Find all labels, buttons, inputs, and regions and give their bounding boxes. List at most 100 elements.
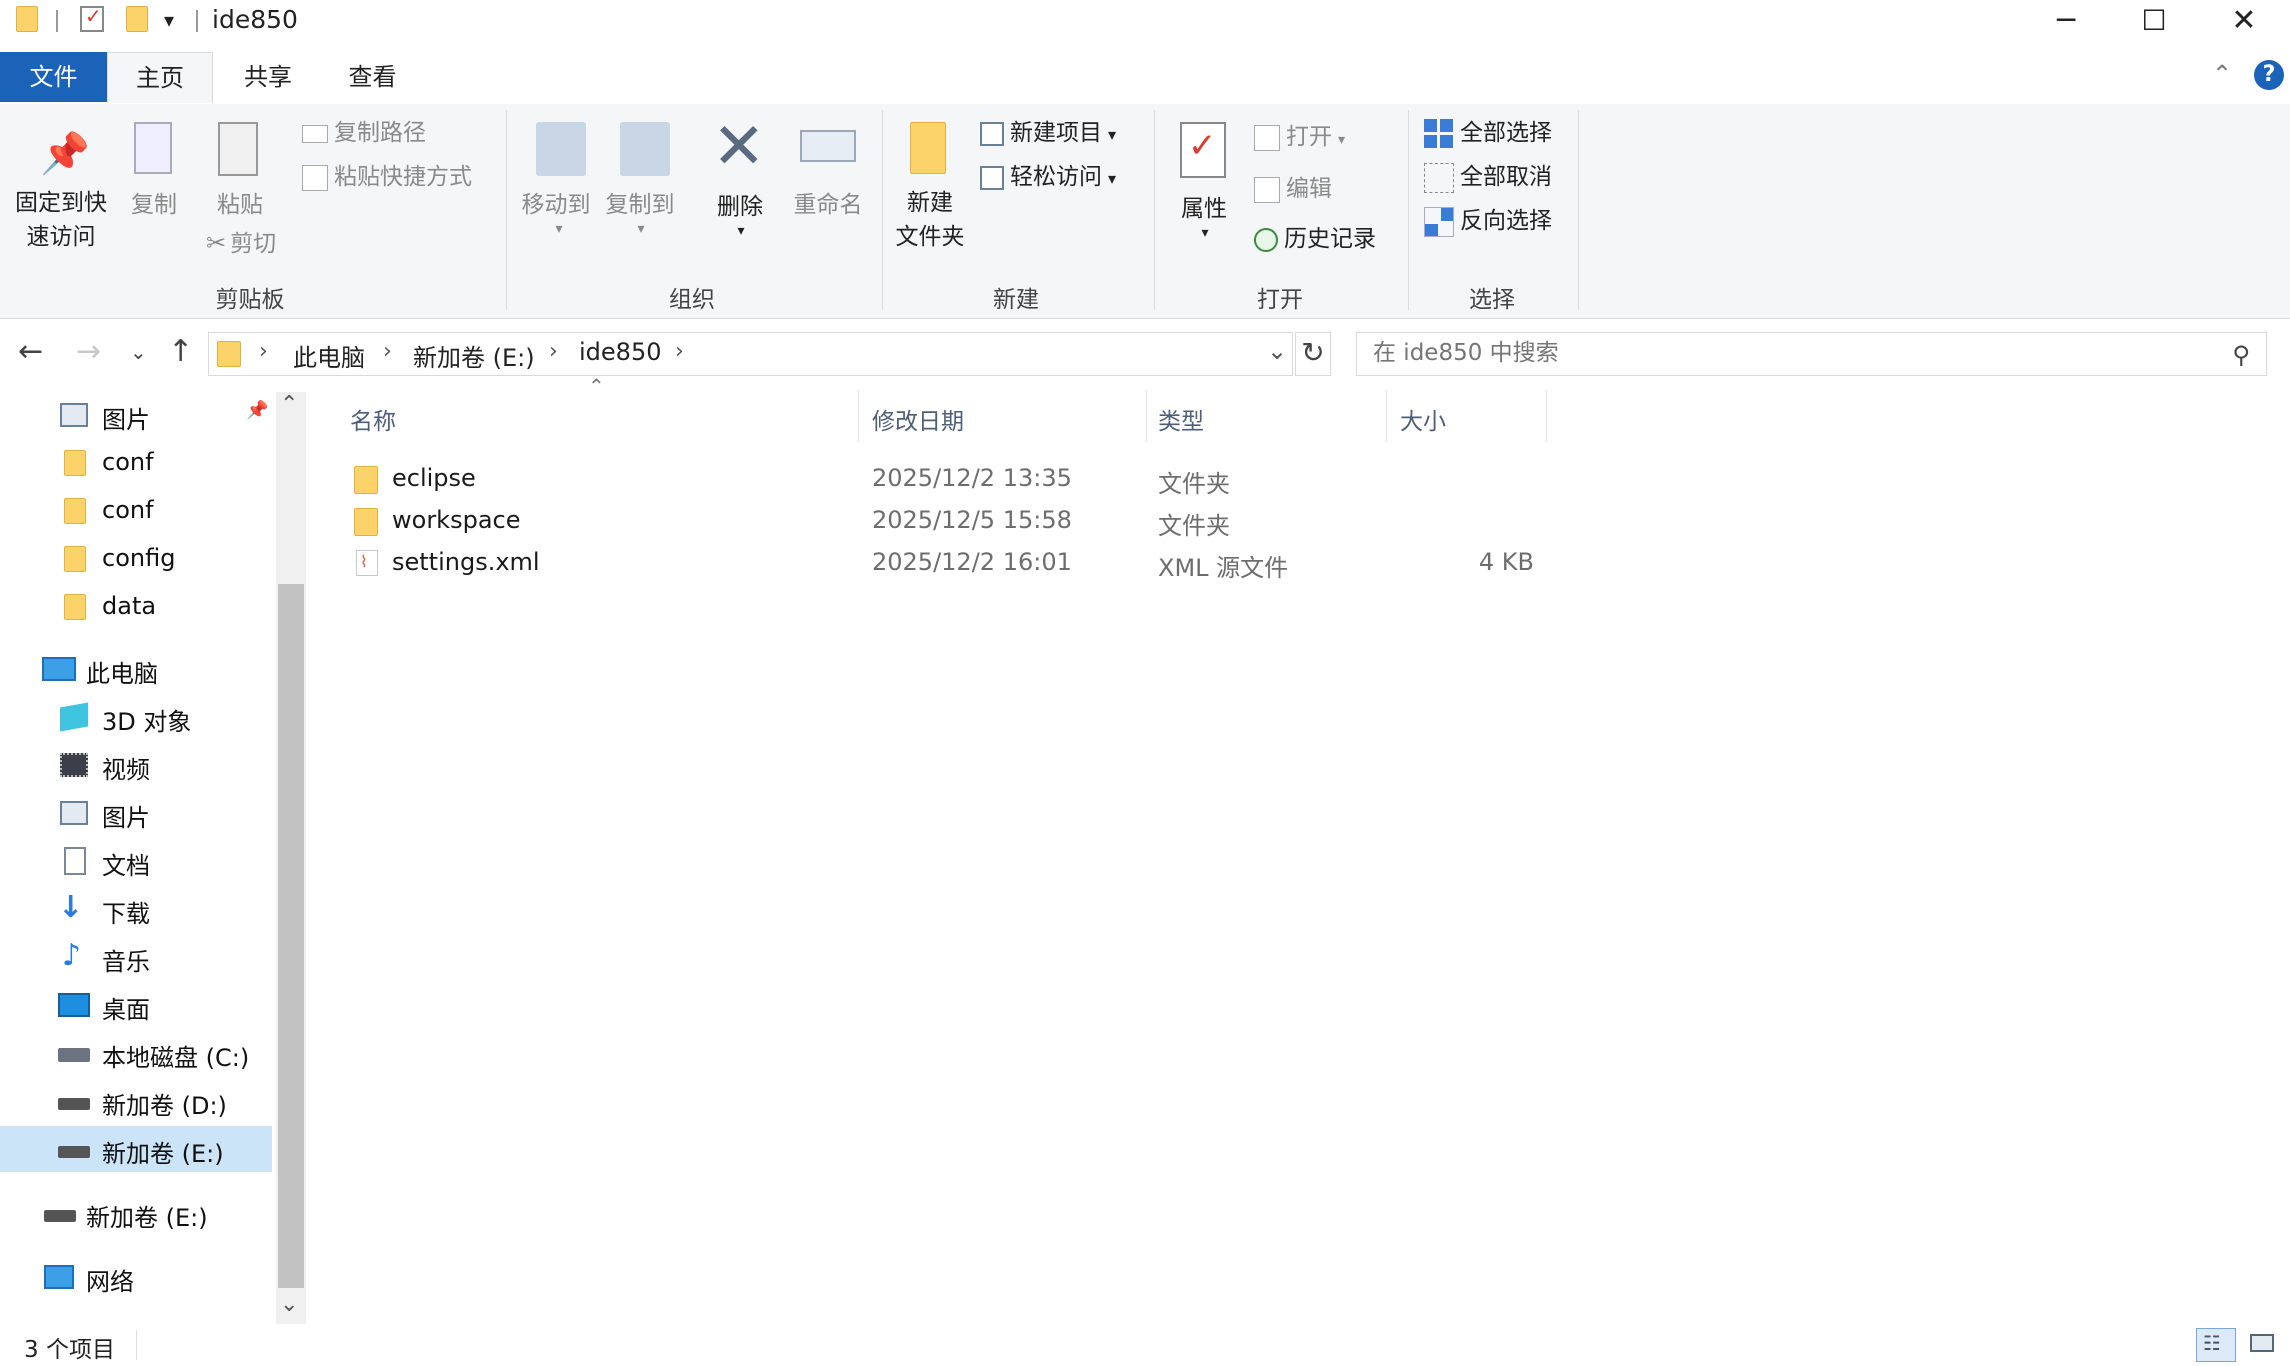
breadcrumb-drive-e[interactable]: 新加卷 (E:): [413, 338, 535, 373]
tab-view[interactable]: 查看: [330, 52, 415, 102]
new-item-icon: [980, 121, 1004, 146]
open-button[interactable]: 打开 ▾: [1254, 122, 1345, 155]
table-row[interactable]: eclipse 2025/12/2 13:35 文件夹: [350, 458, 1870, 500]
chevron-right-icon[interactable]: ›: [259, 339, 268, 364]
column-header-type[interactable]: 类型: [1158, 402, 1204, 436]
up-icon[interactable]: ↑: [168, 334, 193, 369]
file-name[interactable]: eclipse: [392, 464, 476, 492]
easy-access-label: 轻松访问: [1010, 164, 1102, 190]
breadcrumb-ide850[interactable]: ide850: [579, 338, 661, 366]
file-type: XML 源文件: [1158, 554, 1289, 582]
large-icons-view-button[interactable]: [2246, 1328, 2280, 1362]
properties-quick-icon[interactable]: ✓: [80, 4, 104, 32]
search-input[interactable]: [1371, 339, 2195, 367]
minimize-button[interactable]: ─: [2020, 0, 2112, 40]
search-icon[interactable]: ⚲: [2232, 341, 2250, 369]
help-icon[interactable]: ?: [2254, 60, 2284, 90]
new-folder-icon: [910, 122, 946, 174]
search-box[interactable]: ⚲: [1356, 332, 2267, 376]
pin-icon: 📌: [40, 131, 90, 177]
nav-item-quick-pictures[interactable]: 图片 📌: [0, 392, 272, 438]
rename-button[interactable]: 重命名: [782, 188, 874, 222]
select-all-button[interactable]: 全部选择: [1424, 118, 1552, 149]
nav-item-drive-c[interactable]: 本地磁盘 (C:): [0, 1030, 272, 1076]
column-separator[interactable]: [1146, 390, 1147, 442]
pin-quick-access-button[interactable]: 固定到快 速访问: [6, 186, 116, 254]
nav-item-quick-conf[interactable]: conf: [0, 488, 272, 534]
nav-item-downloads[interactable]: ↓ 下载: [0, 886, 272, 932]
breadcrumb-this-pc[interactable]: 此电脑: [293, 338, 365, 373]
chevron-right-icon[interactable]: ›: [675, 339, 684, 364]
column-separator[interactable]: [858, 390, 859, 442]
forward-icon[interactable]: →: [76, 334, 101, 369]
system-drive-icon: [58, 1048, 90, 1062]
column-separator[interactable]: [1546, 390, 1547, 442]
file-list[interactable]: ⌃ 名称 修改日期 类型 大小 eclipse 2025/12/2 13:35 …: [310, 374, 2270, 1320]
customize-quick-access-icon[interactable]: ▾: [164, 8, 174, 32]
close-button[interactable]: ✕: [2198, 0, 2290, 40]
nav-item-3d-objects[interactable]: 3D 对象: [0, 694, 272, 740]
nav-item-quick-config[interactable]: config: [0, 536, 272, 582]
nav-item-documents[interactable]: 文档: [0, 838, 272, 884]
nav-item-quick-data[interactable]: data: [0, 584, 272, 630]
nav-item-drive-e-root[interactable]: 新加卷 (E:): [0, 1190, 272, 1236]
maximize-button[interactable]: ☐: [2108, 0, 2200, 40]
invert-selection-button[interactable]: 反向选择: [1424, 206, 1552, 237]
paste-shortcut-button[interactable]: 粘贴快捷方式: [302, 162, 472, 192]
column-header-name[interactable]: 名称: [350, 402, 396, 436]
new-folder-quick-icon[interactable]: [126, 6, 148, 32]
nav-item-label: 图片: [102, 406, 150, 434]
nav-item-pictures[interactable]: 图片: [0, 790, 272, 836]
column-separator[interactable]: [1386, 390, 1387, 442]
address-dropdown-icon[interactable]: ⌄: [1267, 337, 1287, 365]
nav-item-drive-e[interactable]: 新加卷 (E:): [0, 1126, 272, 1172]
nav-item-this-pc[interactable]: 此电脑: [0, 646, 272, 692]
pin-icon[interactable]: 📌: [246, 400, 268, 421]
column-header-size[interactable]: 大小: [1400, 402, 1446, 436]
tab-file[interactable]: 文件: [0, 52, 107, 102]
easy-access-button[interactable]: 轻松访问 ▾: [980, 162, 1116, 194]
paste-icon: [218, 122, 258, 176]
copy-button[interactable]: 复制: [118, 188, 190, 222]
edit-button[interactable]: 编辑: [1254, 174, 1332, 204]
select-none-button[interactable]: 全部取消: [1424, 162, 1552, 193]
collapse-ribbon-icon[interactable]: ⌃: [2212, 60, 2232, 88]
column-header-modified[interactable]: 修改日期: [872, 402, 964, 436]
properties-dropdown-icon: ▾: [1201, 225, 1209, 241]
recent-locations-icon[interactable]: ⌄: [130, 340, 147, 364]
pictures-icon: [60, 801, 88, 825]
scroll-down-icon[interactable]: ⌄: [280, 1292, 298, 1317]
nav-scrollbar-thumb[interactable]: [278, 584, 304, 1288]
refresh-icon[interactable]: ↻: [1295, 332, 1331, 376]
table-row[interactable]: ⌇ settings.xml 2025/12/2 16:01 XML 源文件 4…: [350, 542, 1870, 584]
file-name[interactable]: settings.xml: [392, 548, 540, 576]
scroll-up-icon[interactable]: ⌃: [280, 392, 298, 417]
new-folder-button[interactable]: 新建 文件夹: [886, 186, 974, 254]
nav-item-network[interactable]: 网络: [0, 1254, 272, 1300]
tab-home[interactable]: 主页: [107, 52, 213, 103]
table-row[interactable]: workspace 2025/12/5 15:58 文件夹: [350, 500, 1870, 542]
copy-path-button[interactable]: 复制路径: [302, 118, 426, 148]
back-icon[interactable]: ←: [18, 334, 43, 369]
file-type: 文件夹: [1158, 512, 1230, 540]
edit-icon: [1254, 176, 1280, 203]
nav-item-quick-conf[interactable]: conf: [0, 440, 272, 486]
nav-item-desktop[interactable]: 桌面: [0, 982, 272, 1028]
chevron-right-icon[interactable]: ›: [383, 339, 392, 364]
address-bar[interactable]: › 此电脑 › 新加卷 (E:) › ide850 › ⌄: [208, 332, 1293, 376]
xml-file-icon: ⌇: [356, 550, 378, 576]
new-item-button[interactable]: 新建项目 ▾: [980, 118, 1116, 150]
history-button[interactable]: 历史记录: [1254, 224, 1376, 254]
tab-share[interactable]: 共享: [228, 52, 308, 102]
chevron-right-icon[interactable]: ›: [549, 339, 558, 364]
navigation-row: ← → ⌄ ↑ › 此电脑 › 新加卷 (E:) › ide850 › ⌄ ↻ …: [0, 320, 2290, 382]
nav-item-label: conf: [102, 496, 154, 524]
details-view-button[interactable]: ☷: [2196, 1328, 2236, 1362]
navigation-pane[interactable]: 图片 📌 conf conf config data 此电脑 3D 对象 视频 …: [0, 392, 276, 1322]
cut-button[interactable]: ✂ 剪切: [206, 228, 276, 259]
file-name[interactable]: workspace: [392, 506, 520, 534]
nav-item-videos[interactable]: 视频: [0, 742, 272, 788]
paste-button[interactable]: 粘贴: [204, 188, 276, 222]
nav-item-drive-d[interactable]: 新加卷 (D:): [0, 1078, 272, 1124]
nav-item-music[interactable]: ♪ 音乐: [0, 934, 272, 980]
